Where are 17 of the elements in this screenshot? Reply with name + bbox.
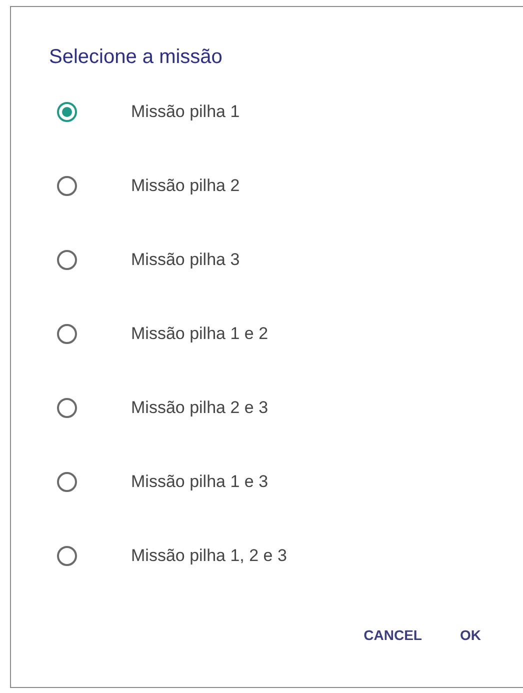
radio-option[interactable]: Missão pilha 2: [49, 149, 469, 223]
radio-option[interactable]: Missão pilha 3: [49, 223, 469, 297]
radio-option[interactable]: Missão pilha 1 e 2: [49, 297, 469, 371]
radio-button[interactable]: [57, 398, 77, 418]
radio-button[interactable]: [57, 250, 77, 270]
radio-button[interactable]: [57, 472, 77, 492]
radio-option[interactable]: Missão pilha 1, 2 e 3: [49, 519, 469, 593]
cancel-button[interactable]: CANCEL: [352, 617, 434, 653]
radio-button[interactable]: [57, 324, 77, 344]
radio-button[interactable]: [57, 546, 77, 566]
radio-option[interactable]: Missão pilha 1 e 3: [49, 445, 469, 519]
radio-option[interactable]: Missão pilha 1: [49, 75, 469, 149]
dialog-title: Selecione a missão: [49, 45, 224, 69]
radio-option[interactable]: Missão pilha 2 e 3: [49, 371, 469, 445]
ok-button[interactable]: OK: [448, 617, 493, 653]
radio-button[interactable]: [57, 176, 77, 196]
radio-button[interactable]: [57, 102, 77, 122]
